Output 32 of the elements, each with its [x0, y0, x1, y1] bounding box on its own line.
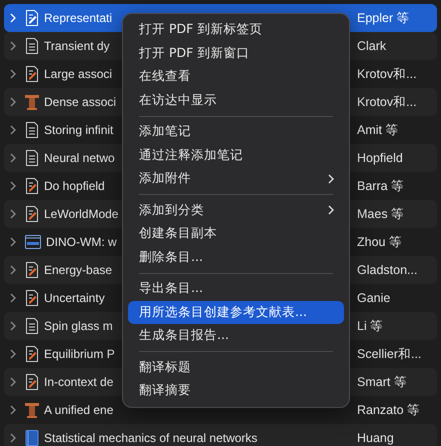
creator-text: Gladston... — [357, 263, 418, 277]
item-title: Uncertainty — [44, 291, 105, 305]
item-title: Equilibrium P — [44, 347, 115, 361]
creator-text: Eppler 等 — [357, 10, 411, 26]
creator-text: Scellier和... — [357, 346, 422, 362]
creator-text: Krotov和... — [357, 94, 418, 110]
creator-text: Zhou 等 — [357, 234, 403, 250]
item-title: DINO-WM: w — [46, 235, 117, 249]
item-title: LeWorldMode — [44, 207, 118, 221]
item-title: Transient dy — [44, 39, 110, 53]
creator-text: Amit 等 — [357, 122, 400, 138]
creator-text: Smart 等 — [357, 374, 408, 390]
item-title: Energy-base — [44, 263, 112, 277]
creator-text: Clark — [357, 39, 388, 53]
creator-text: Li 等 — [357, 318, 384, 334]
creator-text: Maes 等 — [357, 206, 406, 222]
item-title: In-context de — [44, 375, 114, 389]
item-title: Spin glass m — [44, 319, 113, 333]
item-title: Storing infinit — [44, 123, 114, 137]
creator-text: Barra 等 — [357, 178, 406, 194]
item-title: Neural netwo — [44, 151, 115, 165]
item-title: Do hopfield — [44, 179, 105, 193]
item-title: Dense associ — [44, 95, 116, 109]
item-title: A unified ene — [44, 403, 114, 417]
creator-text: Ganie — [357, 291, 392, 305]
creator-text: Krotov和... — [357, 66, 418, 82]
item-title: Representati — [44, 11, 112, 25]
item-title: Statistical mechanics of neural networks — [44, 431, 258, 445]
creator-text: Ranzato 等 — [357, 402, 422, 418]
creator-text: Hopfield — [357, 151, 404, 165]
creator-text: Huang — [357, 431, 395, 445]
item-title: Large associ — [44, 67, 112, 81]
